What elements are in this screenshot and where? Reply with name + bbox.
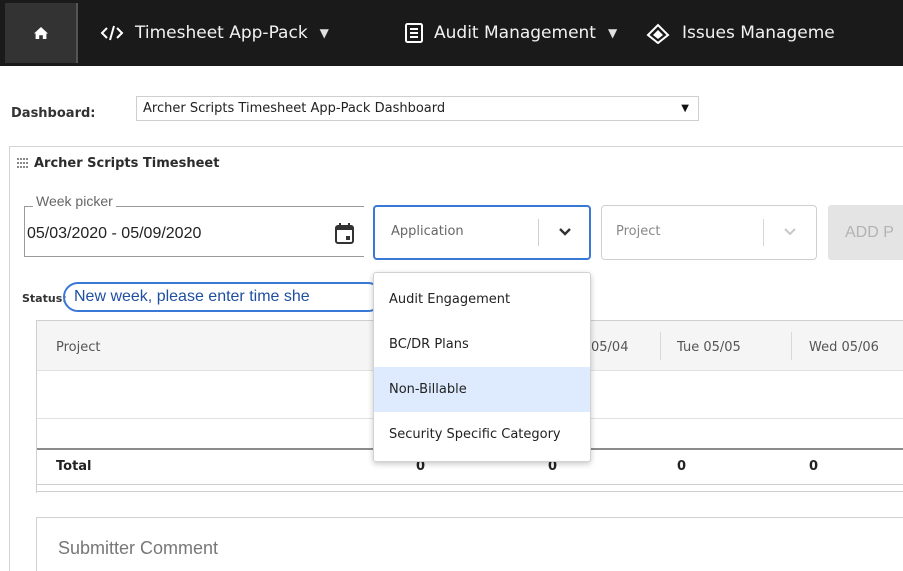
status-badge: New week, please enter time she bbox=[63, 282, 383, 312]
nav-label: Timesheet App-Pack bbox=[135, 23, 308, 43]
column-header-wed: Wed 05/06 bbox=[809, 340, 879, 355]
week-picker-underline bbox=[24, 256, 364, 257]
application-dropdown-menu: Audit Engagement BC/DR Plans Non-Billabl… bbox=[373, 272, 591, 462]
nav-label: Audit Management bbox=[434, 23, 596, 43]
dropdown-option-security-specific-category[interactable]: Security Specific Category bbox=[374, 412, 590, 457]
caret-down-icon: ▼ bbox=[607, 26, 618, 40]
nav-timesheet-app-pack[interactable]: Timesheet App-Pack ▼ bbox=[100, 0, 329, 66]
week-picker-label: Week picker bbox=[33, 193, 116, 209]
application-select-placeholder: Application bbox=[391, 224, 464, 239]
select-separator bbox=[538, 219, 539, 246]
column-header-tue: Tue 05/05 bbox=[677, 340, 741, 355]
code-icon bbox=[100, 24, 124, 42]
project-select[interactable]: Project bbox=[601, 205, 817, 260]
nav-issues-management[interactable]: Issues Manageme bbox=[645, 0, 835, 66]
application-select[interactable]: Application bbox=[373, 205, 591, 260]
column-separator bbox=[660, 332, 661, 360]
dropdown-option-audit-engagement[interactable]: Audit Engagement bbox=[374, 277, 590, 322]
dashboard-select-value: Archer Scripts Timesheet App-Pack Dashbo… bbox=[143, 101, 446, 116]
total-wed: 0 bbox=[809, 459, 819, 474]
home-icon bbox=[33, 27, 48, 39]
nav-label: Issues Manageme bbox=[682, 23, 835, 43]
column-header-mon: 05/04 bbox=[591, 340, 629, 355]
select-separator bbox=[763, 219, 764, 246]
dropdown-option-non-billable[interactable]: Non-Billable bbox=[374, 367, 590, 412]
panel-title: Archer Scripts Timesheet bbox=[34, 156, 220, 171]
total-label: Total bbox=[56, 459, 92, 474]
caret-down-icon: ▼ bbox=[681, 103, 689, 114]
project-select-placeholder: Project bbox=[616, 224, 661, 239]
week-picker-value[interactable]: 05/03/2020 - 05/09/2020 bbox=[27, 225, 201, 243]
total-tue: 0 bbox=[677, 459, 687, 474]
dashboard-select[interactable]: Archer Scripts Timesheet App-Pack Dashbo… bbox=[136, 96, 699, 121]
table-footer bbox=[37, 484, 903, 492]
chevron-down-icon[interactable] bbox=[782, 224, 798, 240]
ticket-icon bbox=[645, 22, 671, 44]
caret-down-icon: ▼ bbox=[319, 26, 329, 40]
column-header-project: Project bbox=[56, 340, 101, 355]
submitter-comment-placeholder: Submitter Comment bbox=[58, 538, 219, 558]
column-separator bbox=[791, 332, 792, 360]
document-list-icon bbox=[405, 23, 423, 43]
status-label: Status: bbox=[22, 292, 67, 305]
home-button[interactable] bbox=[5, 3, 78, 63]
add-project-button[interactable]: ADD P bbox=[828, 205, 903, 260]
drag-grip-icon[interactable] bbox=[17, 158, 29, 168]
dashboard-label: Dashboard: bbox=[11, 106, 96, 121]
nav-audit-management[interactable]: Audit Management ▼ bbox=[405, 0, 617, 66]
chevron-down-icon[interactable] bbox=[557, 224, 573, 240]
dropdown-option-bc-dr-plans[interactable]: BC/DR Plans bbox=[374, 322, 590, 367]
calendar-icon[interactable] bbox=[335, 223, 354, 244]
